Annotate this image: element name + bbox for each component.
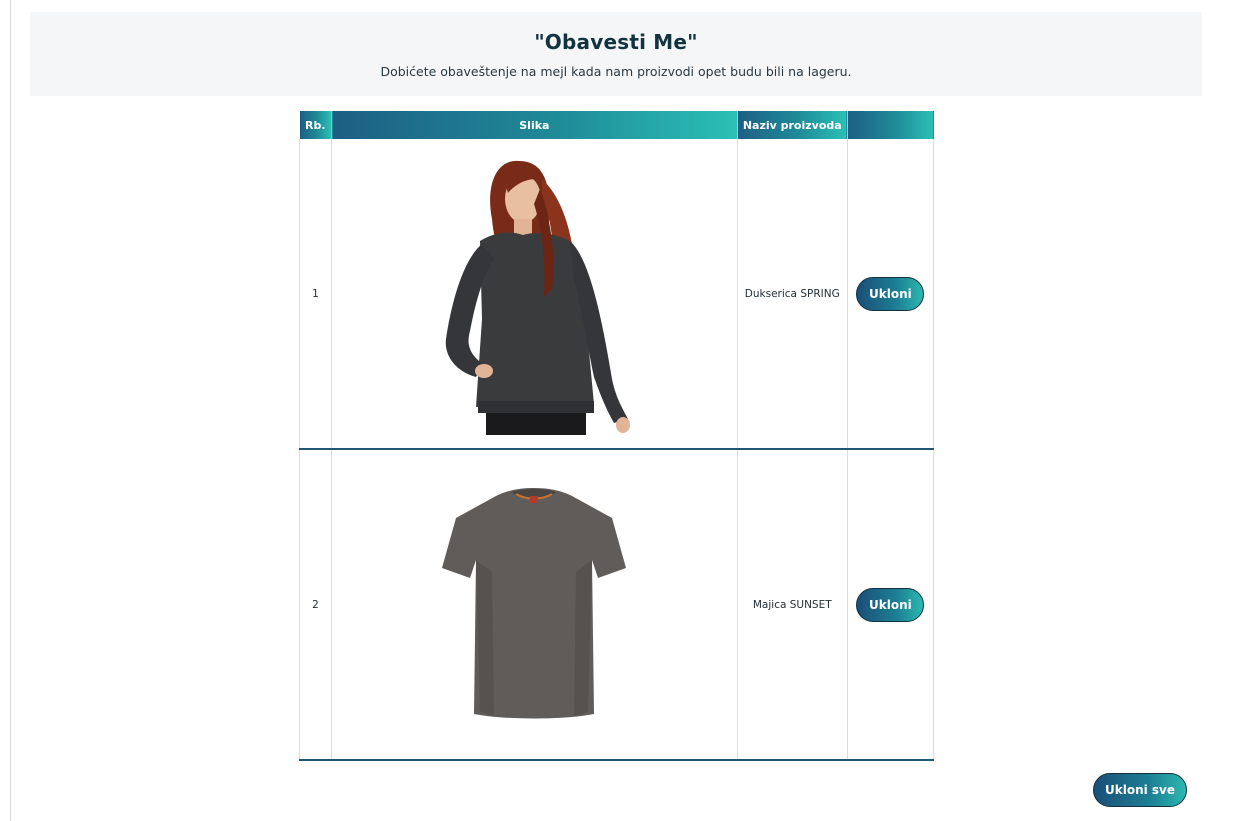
tshirt-photo-icon[interactable]	[434, 482, 634, 727]
notify-me-page: "Obavesti Me" Dobićete obaveštenje na me…	[0, 0, 1258, 821]
left-border	[10, 0, 11, 821]
remove-all-button[interactable]: Ukloni sve	[1093, 773, 1187, 807]
notify-table-wrap: Rb. Slika Naziv proizvoda 1 Dukserica SP…	[298, 111, 935, 761]
table-header-row: Rb. Slika Naziv proizvoda	[299, 111, 934, 139]
header-band: "Obavesti Me" Dobićete obaveštenje na me…	[30, 12, 1202, 96]
table-row: 2 Majica SUNSET Ukloni	[298, 449, 935, 761]
action-cell: Ukloni	[846, 139, 935, 450]
notify-table: Rb. Slika Naziv proizvoda 1 Dukserica SP…	[298, 111, 935, 761]
row-number: 2	[298, 449, 333, 761]
action-cell: Ukloni	[846, 449, 935, 761]
product-name: Dukserica SPRING	[736, 139, 848, 450]
product-name: Majica SUNSET	[736, 449, 848, 761]
remove-button[interactable]: Ukloni	[856, 276, 925, 311]
product-image-cell	[331, 449, 738, 761]
column-header-name: Naziv proizvoda	[737, 111, 848, 139]
remove-button[interactable]: Ukloni	[856, 587, 925, 622]
row-number: 1	[298, 139, 333, 450]
table-row: 1 Dukserica SPRING Ukloni	[298, 139, 935, 450]
column-header-image: Slika	[331, 111, 738, 139]
product-image-cell	[331, 139, 738, 450]
sweatshirt-photo-icon[interactable]	[424, 149, 644, 439]
page-title: "Obavesti Me"	[534, 30, 698, 54]
page-subtitle: Dobićete obaveštenje na mejl kada nam pr…	[380, 64, 852, 79]
column-header-action	[847, 111, 934, 139]
column-header-rb: Rb.	[299, 111, 333, 139]
